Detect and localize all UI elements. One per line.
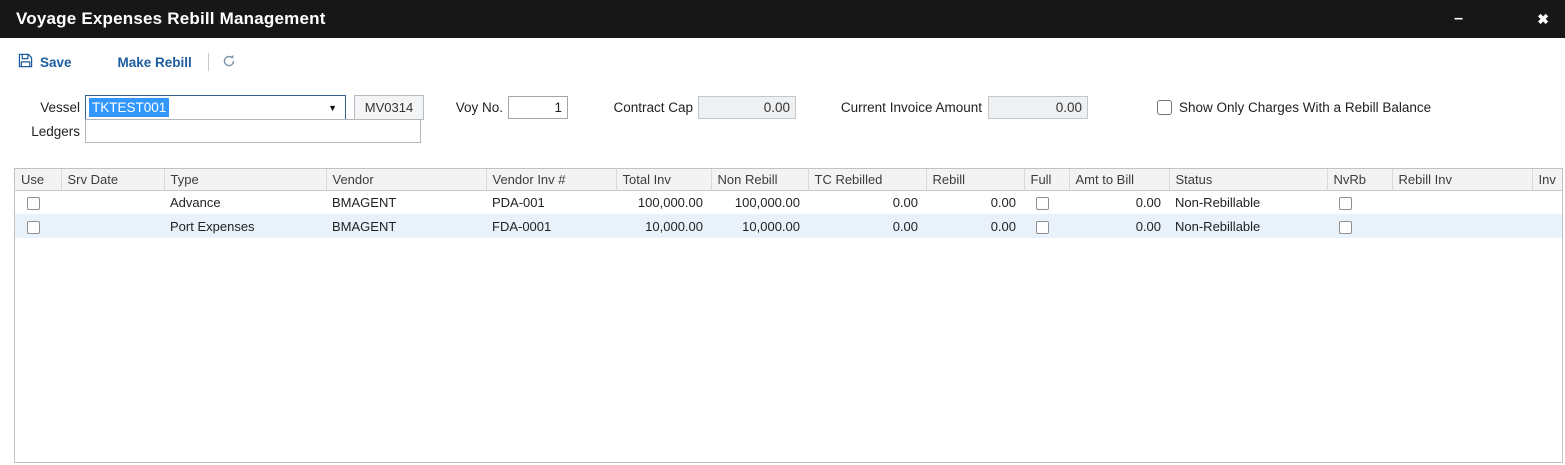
refresh-button[interactable] (222, 54, 236, 71)
cell-vendor-inv: FDA-0001 (486, 214, 616, 238)
col-header-nvrb[interactable]: NvRb (1327, 169, 1392, 190)
col-header-tc-rebilled[interactable]: TC Rebilled (808, 169, 926, 190)
voyage-expenses-rebill-window: Voyage Expenses Rebill Management – ✖ Sa… (0, 0, 1565, 465)
ledgers-label: Ledgers (0, 119, 80, 144)
nvrb-checkbox[interactable] (1339, 221, 1352, 234)
vessel-label: Vessel (0, 95, 80, 120)
cell-vendor: BMAGENT (326, 190, 486, 214)
cell-non-rebill: 100,000.00 (711, 190, 808, 214)
col-header-status[interactable]: Status (1169, 169, 1327, 190)
nvrb-checkbox[interactable] (1339, 197, 1352, 210)
col-header-rebill[interactable]: Rebill (926, 169, 1024, 190)
close-button[interactable]: ✖ (1537, 0, 1549, 38)
cell-amt-to-bill: 0.00 (1069, 214, 1169, 238)
table-row[interactable]: Advance BMAGENT PDA-001 100,000.00 100,0… (15, 190, 1563, 214)
table-row[interactable]: Port Expenses BMAGENT FDA-0001 10,000.00… (15, 214, 1563, 238)
cell-tc-rebilled: 0.00 (808, 214, 926, 238)
cell-rebill: 0.00 (926, 214, 1024, 238)
col-header-type[interactable]: Type (164, 169, 326, 190)
current-invoice-amount-field (988, 96, 1088, 119)
cell-amt-to-bill: 0.00 (1069, 190, 1169, 214)
toolbar: Save Make Rebill (0, 38, 1565, 86)
cell-tc-rebilled: 0.00 (808, 190, 926, 214)
ledgers-input[interactable] (85, 119, 421, 143)
cell-full (1024, 214, 1069, 238)
cell-vendor: BMAGENT (326, 214, 486, 238)
full-checkbox[interactable] (1036, 197, 1049, 210)
vessel-combobox[interactable]: TKTEST001 ▼ (85, 95, 346, 120)
minimize-button[interactable]: – (1454, 0, 1463, 38)
cell-total-inv: 10,000.00 (616, 214, 711, 238)
cell-status: Non-Rebillable (1169, 214, 1327, 238)
cell-vendor-inv: PDA-001 (486, 190, 616, 214)
cell-type: Port Expenses (164, 214, 326, 238)
current-invoice-amount-label: Current Invoice Amount (802, 95, 982, 120)
refresh-icon (222, 54, 236, 71)
cell-inv (1532, 190, 1563, 214)
vessel-selected-text: TKTEST001 (89, 98, 169, 117)
chevron-down-icon[interactable]: ▼ (328, 96, 337, 120)
toolbar-separator (208, 53, 209, 71)
make-rebill-button[interactable]: Make Rebill (118, 55, 192, 70)
cell-status: Non-Rebillable (1169, 190, 1327, 214)
cell-use (15, 190, 61, 214)
cell-total-inv: 100,000.00 (616, 190, 711, 214)
col-header-inv[interactable]: Inv (1532, 169, 1563, 190)
cell-type: Advance (164, 190, 326, 214)
vessel-code-field: MV0314 (354, 95, 424, 120)
contract-cap-label: Contract Cap (573, 95, 693, 120)
cell-srv-date (61, 214, 164, 238)
use-checkbox[interactable] (27, 221, 40, 234)
col-header-srv-date[interactable]: Srv Date (61, 169, 164, 190)
rebill-charges-grid: Use Srv Date Type Vendor Vendor Inv # To… (14, 168, 1563, 463)
col-header-non-rebill[interactable]: Non Rebill (711, 169, 808, 190)
make-rebill-label: Make Rebill (118, 55, 192, 70)
col-header-amt-to-bill[interactable]: Amt to Bill (1069, 169, 1169, 190)
col-header-vendor-inv[interactable]: Vendor Inv # (486, 169, 616, 190)
cell-full (1024, 190, 1069, 214)
cell-non-rebill: 10,000.00 (711, 214, 808, 238)
full-checkbox[interactable] (1036, 221, 1049, 234)
title-bar: Voyage Expenses Rebill Management – ✖ (0, 0, 1565, 38)
col-header-vendor[interactable]: Vendor (326, 169, 486, 190)
cell-nvrb (1327, 190, 1392, 214)
cell-nvrb (1327, 214, 1392, 238)
voy-no-input[interactable] (508, 96, 568, 119)
save-button[interactable]: Save (18, 53, 72, 71)
cell-rebill-inv (1392, 190, 1532, 214)
col-header-use[interactable]: Use (15, 169, 61, 190)
save-button-label: Save (40, 55, 72, 70)
contract-cap-field (698, 96, 796, 119)
save-icon (18, 53, 33, 71)
cell-srv-date (61, 190, 164, 214)
window-title: Voyage Expenses Rebill Management (16, 0, 326, 38)
cell-inv (1532, 214, 1563, 238)
use-checkbox[interactable] (27, 197, 40, 210)
col-header-full[interactable]: Full (1024, 169, 1069, 190)
voy-no-label: Voy No. (423, 95, 503, 120)
col-header-rebill-inv[interactable]: Rebill Inv (1392, 169, 1532, 190)
col-header-total-inv[interactable]: Total Inv (616, 169, 711, 190)
grid-header-row: Use Srv Date Type Vendor Vendor Inv # To… (15, 169, 1563, 190)
rebill-balance-filter-checkbox[interactable] (1157, 100, 1172, 115)
rebill-balance-filter-label: Show Only Charges With a Rebill Balance (1179, 99, 1431, 116)
cell-use (15, 214, 61, 238)
cell-rebill-inv (1392, 214, 1532, 238)
cell-rebill: 0.00 (926, 190, 1024, 214)
